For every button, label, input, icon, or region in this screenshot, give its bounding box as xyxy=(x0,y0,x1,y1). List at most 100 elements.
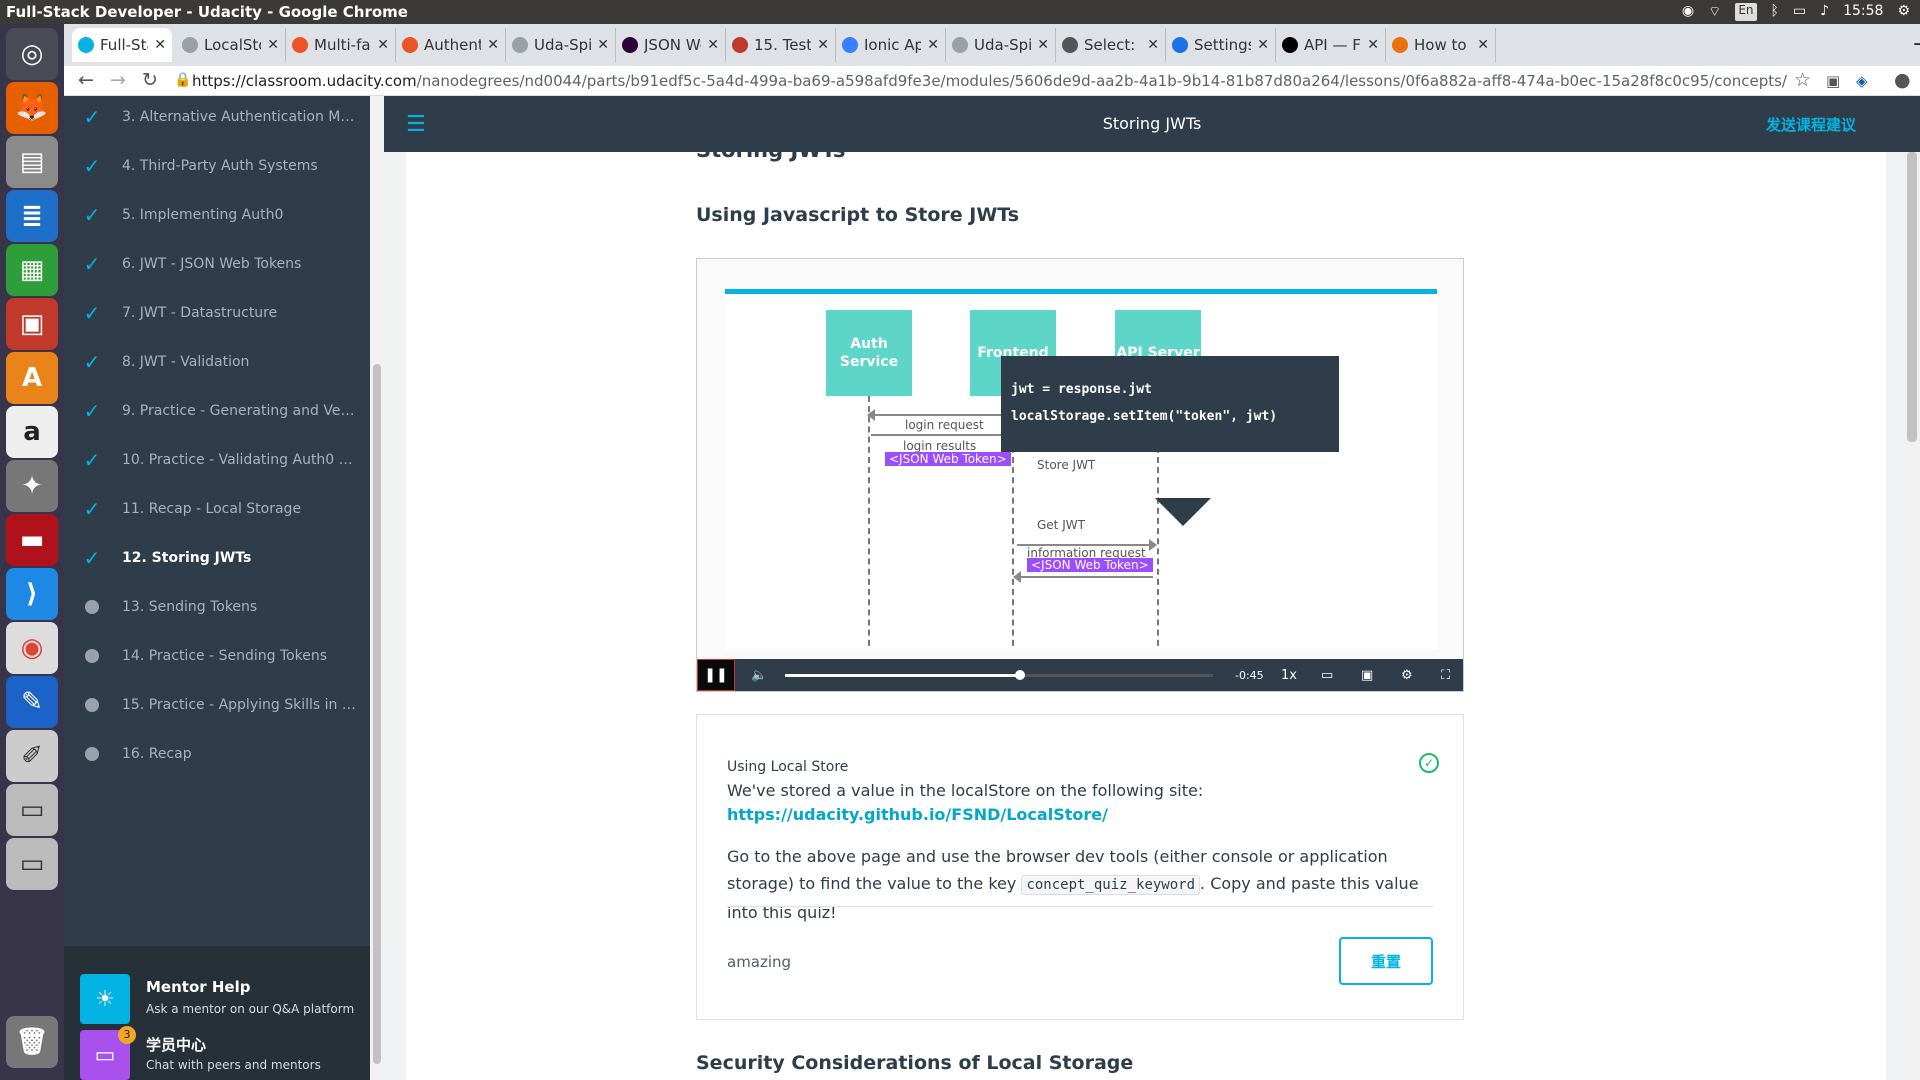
sidebar-lesson-item[interactable]: 13. Sending Tokens xyxy=(64,582,370,631)
amazon-icon[interactable]: a xyxy=(6,406,58,458)
content-scroll-thumb[interactable] xyxy=(1907,152,1917,442)
close-tab-icon[interactable]: ✕ xyxy=(1257,37,1269,53)
sidebar-lesson-item[interactable]: ✓ 8. JWT - Validation xyxy=(64,337,370,386)
close-tab-icon[interactable]: ✕ xyxy=(267,37,279,53)
hamburger-menu-icon[interactable]: ☰ xyxy=(406,112,426,137)
sidebar-lesson-item[interactable]: 14. Practice - Sending Tokens xyxy=(64,631,370,680)
trash-icon[interactable]: 🗑 xyxy=(6,1016,58,1068)
address-bar[interactable]: https://classroom.udacity.com/nanodegree… xyxy=(192,67,1787,95)
tab-title: LocalStora xyxy=(204,36,261,54)
sidebar-lesson-item[interactable]: ✓ 9. Practice - Generating and Verify... xyxy=(64,386,370,435)
video-progress-knob[interactable] xyxy=(1015,670,1026,680)
writer-icon[interactable]: ≣ xyxy=(6,190,58,242)
wifi-icon[interactable]: ⌔ xyxy=(1708,3,1721,21)
sidebar-lesson-item[interactable]: ✓ 10. Practice - Validating Auth0 Tok... xyxy=(64,435,370,484)
browser-tab[interactable]: Uda-Spice ✕ xyxy=(946,28,1056,62)
firefox-icon[interactable]: 🦊 xyxy=(6,82,58,134)
sidebar-scrollbar[interactable] xyxy=(370,96,384,1080)
clock[interactable]: 15:58 xyxy=(1843,3,1883,21)
chrome-sync-icon[interactable]: ◉ xyxy=(1682,3,1694,21)
profile-icon[interactable]: ● xyxy=(1894,69,1911,91)
files-icon[interactable]: ▤ xyxy=(6,136,58,188)
screenshot-extension-icon[interactable]: ▣ xyxy=(1826,72,1840,90)
new-tab-button[interactable]: + xyxy=(1912,32,1920,57)
calc-icon[interactable]: ▦ xyxy=(6,244,58,296)
lock-icon[interactable]: 🔒 xyxy=(174,72,191,88)
sidebar-lesson-item[interactable]: ✓ 11. Recap - Local Storage xyxy=(64,484,370,533)
browser-tab[interactable]: LocalStora ✕ xyxy=(176,28,286,62)
send-suggestion-link[interactable]: 发送课程建议 xyxy=(1766,114,1856,135)
reset-button[interactable]: 重置 xyxy=(1339,937,1433,985)
student-hub-link[interactable]: ▭ 3 学员中心 Chat with peers and mentors xyxy=(80,1026,370,1080)
sidebar-lesson-item[interactable]: ✓ 7. JWT - Datastructure xyxy=(64,288,370,337)
forward-icon[interactable]: → xyxy=(110,69,126,91)
system-settings-icon[interactable]: ✦ xyxy=(6,460,58,512)
terminal-icon[interactable]: ▬ xyxy=(6,514,58,566)
ubuntu-dash-icon[interactable]: ◎ xyxy=(6,28,58,80)
vscode-icon[interactable]: ⟩ xyxy=(6,568,58,620)
close-tab-icon[interactable]: ✕ xyxy=(1367,37,1379,53)
settings-gear-icon[interactable]: ⚙ xyxy=(1897,3,1910,21)
browser-tab[interactable]: 15. Testing ✕ xyxy=(726,28,836,62)
response-arrow xyxy=(1013,571,1153,583)
close-tab-icon[interactable]: ✕ xyxy=(487,37,499,53)
pause-button[interactable]: ❚❚ xyxy=(697,659,735,691)
browser-tab[interactable]: How to ve ✕ xyxy=(1386,28,1496,62)
chrome-icon[interactable]: ◉ xyxy=(6,622,58,674)
drive-icon[interactable]: ▭ xyxy=(6,838,58,890)
browser-tab[interactable]: Ionic App ✕ xyxy=(836,28,946,62)
browser-tab[interactable]: Full-Sta ✕ xyxy=(72,28,172,62)
software-center-icon[interactable]: A xyxy=(6,352,58,404)
close-tab-icon[interactable]: ✕ xyxy=(817,37,829,53)
sidebar-lesson-item[interactable]: ✓ 3. Alternative Authentication Meth... xyxy=(64,92,370,141)
keyboard-language[interactable]: En xyxy=(1735,3,1757,21)
browser-tab[interactable]: JSON Web ✕ xyxy=(616,28,726,62)
flask-icon xyxy=(1282,37,1298,53)
sidebar-scroll-thumb[interactable] xyxy=(373,364,381,1064)
browser-tab[interactable]: API — Flas ✕ xyxy=(1276,28,1386,62)
content-scrollbar[interactable] xyxy=(1904,152,1920,1080)
close-tab-icon[interactable]: ✕ xyxy=(597,37,609,53)
bluetooth-icon[interactable]: ᛒ xyxy=(1771,3,1779,21)
close-tab-icon[interactable]: ✕ xyxy=(1037,37,1049,53)
playback-speed[interactable]: 1x xyxy=(1281,668,1297,683)
browser-tab[interactable]: Settings ✕ xyxy=(1166,28,1276,62)
close-tab-icon[interactable]: ✕ xyxy=(1477,37,1489,53)
close-tab-icon[interactable]: ✕ xyxy=(707,37,719,53)
close-tab-icon[interactable]: ✕ xyxy=(1147,37,1159,53)
video-player[interactable]: Auth Service Frontend API Server login r… xyxy=(696,258,1464,692)
mentor-help-link[interactable]: ☀ Mentor Help Ask a mentor on our Q&A pl… xyxy=(80,974,370,1024)
captions-icon[interactable]: ▭ xyxy=(1321,668,1333,683)
impress-icon[interactable]: ▣ xyxy=(6,298,58,350)
browser-tab[interactable]: Multi-fact ✕ xyxy=(286,28,396,62)
drive-icon[interactable]: ▭ xyxy=(6,784,58,836)
sidebar-lesson-item[interactable]: 15. Practice - Applying Skills in Flask xyxy=(64,680,370,729)
sidebar-lesson-item[interactable]: ✓ 5. Implementing Auth0 xyxy=(64,190,370,239)
browser-tab[interactable]: Select: dri ✕ xyxy=(1056,28,1166,62)
bookmark-star-icon[interactable]: ☆ xyxy=(1794,69,1811,91)
fullscreen-icon[interactable]: ⛶ xyxy=(1441,668,1450,683)
volume-icon[interactable]: 🔈 xyxy=(751,668,767,683)
reload-icon[interactable]: ↻ xyxy=(142,69,158,91)
udacity-icon xyxy=(78,37,94,53)
browser-tab[interactable]: Uda-Spice ✕ xyxy=(506,28,616,62)
close-tab-icon[interactable]: ✕ xyxy=(927,37,939,53)
extension-icon[interactable]: ◈ xyxy=(1856,72,1868,90)
sidebar-lesson-item[interactable]: ✓ 6. JWT - JSON Web Tokens xyxy=(64,239,370,288)
sidebar-lesson-item[interactable]: ✓ 12. Storing JWTs xyxy=(64,533,370,582)
volume-icon[interactable]: ♪ xyxy=(1820,3,1829,21)
close-tab-icon[interactable]: ✕ xyxy=(377,37,389,53)
video-progress-bar[interactable] xyxy=(785,670,1213,680)
back-icon[interactable]: ← xyxy=(78,69,94,91)
close-tab-icon[interactable]: ✕ xyxy=(154,37,166,53)
picture-in-picture-icon[interactable]: ▣ xyxy=(1361,668,1373,683)
safari-like-icon[interactable]: ✎ xyxy=(6,676,58,728)
browser-tab[interactable]: Authentic ✕ xyxy=(396,28,506,62)
auth-service-box: Auth Service xyxy=(826,310,912,396)
text-editor-icon[interactable]: ✐ xyxy=(6,730,58,782)
sidebar-lesson-item[interactable]: ✓ 4. Third-Party Auth Systems xyxy=(64,141,370,190)
video-settings-icon[interactable]: ⚙ xyxy=(1401,668,1413,683)
sidebar-lesson-item[interactable]: 16. Recap xyxy=(64,729,370,778)
battery-icon[interactable]: ▭ xyxy=(1793,3,1806,21)
localstore-link[interactable]: https://udacity.github.io/FSND/LocalStor… xyxy=(727,805,1108,824)
